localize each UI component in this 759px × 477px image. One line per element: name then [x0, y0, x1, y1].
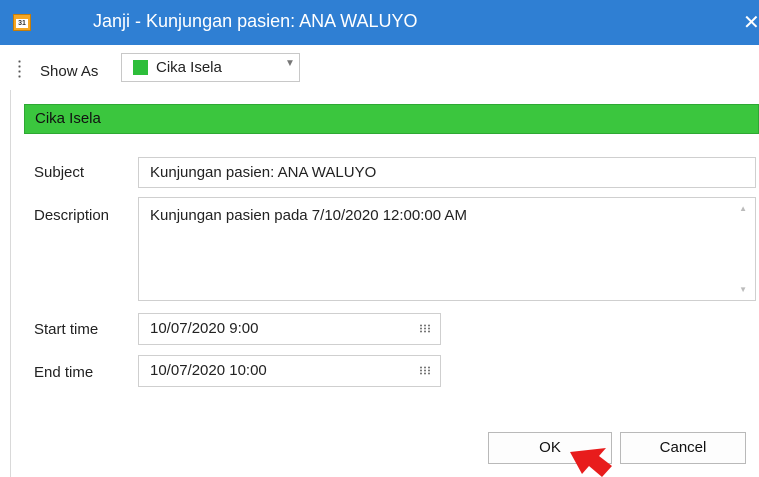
pointer-arrow-icon: [570, 448, 612, 477]
subject-value: Kunjungan pasien: ANA WALUYO: [150, 164, 377, 181]
toolbar-grip-icon[interactable]: [18, 59, 21, 79]
scroll-down-icon[interactable]: ▼: [739, 285, 747, 294]
scroll-up-icon[interactable]: ▲: [739, 204, 747, 213]
close-icon[interactable]: ✕: [743, 10, 759, 35]
end-time-picker[interactable]: 10/07/2020 10:00: [138, 355, 441, 387]
description-textarea[interactable]: Kunjungan pasien pada 7/10/2020 12:00:00…: [138, 197, 756, 301]
calendar-icon: 31: [13, 14, 31, 31]
cancel-button[interactable]: Cancel: [620, 432, 746, 464]
datetime-picker-icon[interactable]: [419, 324, 430, 333]
end-time-value: 10/07/2020 10:00: [150, 362, 267, 379]
category-label: Cika Isela: [35, 110, 101, 127]
start-time-value: 10/07/2020 9:00: [150, 320, 259, 337]
toolbar: Show As Cika Isela ▼: [0, 45, 759, 90]
calendar-icon-text: 31: [16, 19, 28, 28]
show-as-label: Show As: [40, 63, 99, 80]
show-as-dropdown[interactable]: Cika Isela ▼: [121, 53, 300, 82]
start-time-label: Start time: [34, 321, 99, 338]
start-time-picker[interactable]: 10/07/2020 9:00: [138, 313, 441, 345]
window-title: Janji - Kunjungan pasien: ANA WALUYO: [93, 11, 418, 31]
description-label: Description: [34, 207, 110, 224]
description-value: Kunjungan pasien pada 7/10/2020 12:00:00…: [150, 207, 467, 224]
show-as-value: Cika Isela: [156, 59, 222, 76]
dropdown-arrow-icon[interactable]: ▼: [285, 58, 295, 69]
color-swatch-icon: [133, 60, 148, 75]
subject-label: Subject: [34, 164, 85, 181]
window-titlebar: 31 Janji - Kunjungan pasien: ANA WALUYO …: [0, 0, 759, 45]
subject-input[interactable]: Kunjungan pasien: ANA WALUYO: [138, 157, 756, 188]
datetime-picker-icon[interactable]: [419, 366, 430, 375]
end-time-label: End time: [34, 364, 94, 381]
category-bar: Cika Isela: [24, 104, 759, 134]
